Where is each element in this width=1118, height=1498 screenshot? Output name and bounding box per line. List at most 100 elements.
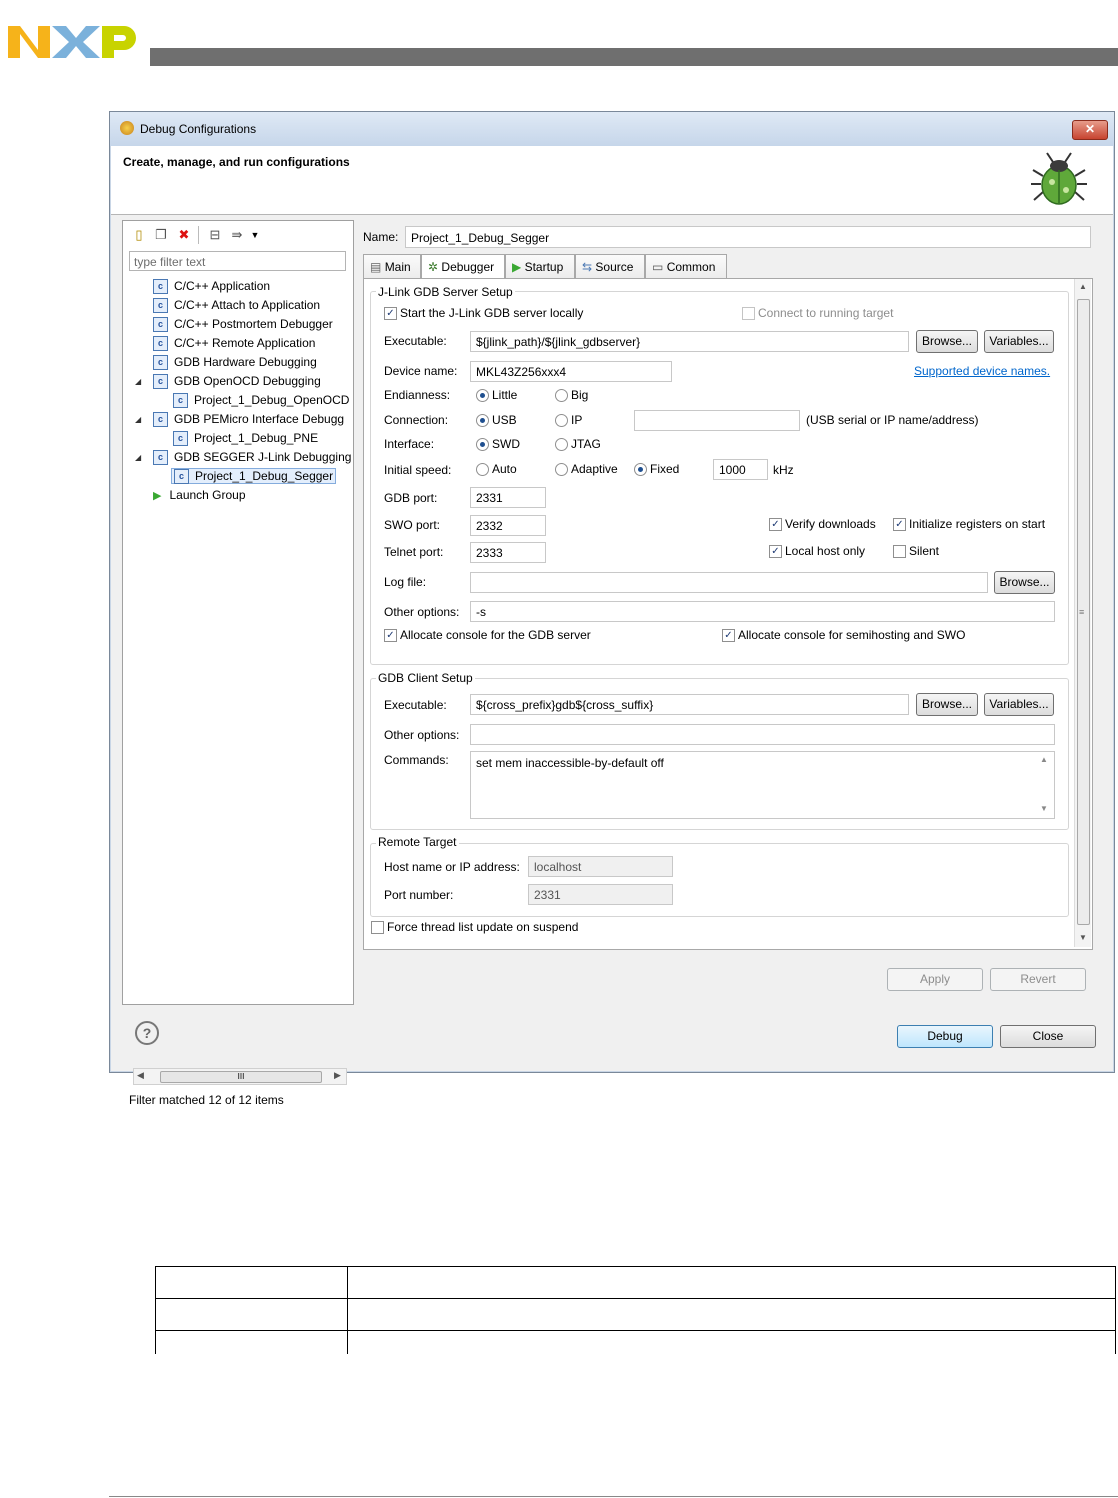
debug-button[interactable]: Debug: [897, 1025, 993, 1048]
alloc-gdb-console-checkbox[interactable]: ✓: [384, 629, 397, 642]
little-label: Little: [492, 388, 518, 402]
scroll-up-icon[interactable]: ▲: [1040, 755, 1048, 764]
little-radio[interactable]: [476, 389, 489, 402]
source-icon: ⇆: [582, 260, 593, 274]
server-other-options-input[interactable]: -s: [470, 601, 1055, 622]
client-browse-button[interactable]: Browse...: [916, 693, 978, 716]
tree-item[interactable]: ◢ c GDB SEGGER J-Link Debugging: [129, 448, 351, 467]
endianness-label: Endianness:: [384, 388, 451, 402]
big-radio[interactable]: [555, 389, 568, 402]
tree-item[interactable]: c C/C++ Attach to Application: [129, 296, 349, 315]
chevron-down-icon[interactable]: ▼: [247, 227, 263, 243]
scroll-right-icon[interactable]: ▶: [334, 1070, 341, 1081]
usb-radio[interactable]: [476, 414, 489, 427]
server-executable-input[interactable]: ${jlink_path}/${jlink_gdbserver}: [470, 331, 909, 352]
horizontal-scrollbar[interactable]: ◀ III ▶: [133, 1068, 347, 1085]
ip-radio[interactable]: [555, 414, 568, 427]
port-number-input[interactable]: 2331: [528, 884, 673, 905]
close-window-button[interactable]: ✕: [1072, 120, 1108, 140]
duplicate-icon[interactable]: ❐: [153, 227, 169, 243]
tree-item[interactable]: ◢ c GDB PEMicro Interface Debugg: [129, 410, 349, 429]
alloc-semihosting-checkbox[interactable]: ✓: [722, 629, 735, 642]
close-button[interactable]: Close: [1000, 1025, 1096, 1048]
client-other-options-input[interactable]: [470, 724, 1055, 745]
swo-port-input[interactable]: 2332: [470, 515, 546, 536]
app-icon: [120, 121, 134, 135]
c-config-icon: c: [153, 298, 168, 314]
play-icon: ▶: [512, 260, 522, 274]
jtag-radio[interactable]: [555, 438, 568, 451]
table-border: [1115, 1266, 1116, 1354]
client-variables-button[interactable]: Variables...: [984, 693, 1054, 716]
device-name-input[interactable]: MKL43Z256xxx4: [470, 361, 672, 382]
connect-running-checkbox[interactable]: [742, 307, 755, 320]
scroll-down-icon[interactable]: ▼: [1079, 933, 1087, 942]
adaptive-radio[interactable]: [555, 463, 568, 476]
c-config-icon: c: [173, 431, 188, 447]
tab-debugger[interactable]: ✲ Debugger: [421, 254, 505, 279]
tree-item[interactable]: c Project_1_Debug_PNE: [129, 429, 349, 448]
commands-textarea[interactable]: set mem inaccessible-by-default off: [470, 751, 1055, 819]
vertical-scrollbar[interactable]: ▲ ≡ ▼: [1074, 279, 1091, 947]
verify-downloads-checkbox[interactable]: ✓: [769, 518, 782, 531]
debug-configurations-dialog: Debug Configurations ✕ Create, manage, a…: [109, 111, 1115, 1107]
collapse-all-icon[interactable]: ⊟: [207, 227, 223, 243]
force-thread-checkbox[interactable]: [371, 921, 384, 934]
tree-item[interactable]: c C/C++ Remote Application: [129, 334, 349, 353]
auto-radio[interactable]: [476, 463, 489, 476]
help-icon[interactable]: ?: [135, 1021, 159, 1045]
tree-item[interactable]: ◢ c GDB OpenOCD Debugging: [129, 372, 349, 391]
scroll-down-icon[interactable]: ▼: [1040, 804, 1048, 813]
tab-common[interactable]: ▭ Common: [645, 254, 727, 278]
revert-button[interactable]: Revert: [990, 968, 1086, 991]
tree-item[interactable]: c C/C++ Application: [129, 277, 349, 296]
start-locally-checkbox[interactable]: ✓: [384, 307, 397, 320]
server-browse-button[interactable]: Browse...: [916, 330, 978, 353]
init-registers-checkbox[interactable]: ✓: [893, 518, 906, 531]
tree-item[interactable]: c Project_1_Debug_OpenOCD: [129, 391, 349, 410]
tab-main[interactable]: ▤ Main: [363, 254, 421, 278]
start-locally-label: Start the J-Link GDB server locally: [400, 306, 584, 320]
local-host-checkbox[interactable]: ✓: [769, 545, 782, 558]
supported-devices-link[interactable]: Supported device names.: [914, 364, 1050, 378]
filter-status: Filter matched 12 of 12 items: [129, 1093, 284, 1107]
jlink-group-label: J-Link GDB Server Setup: [376, 285, 515, 299]
scroll-up-icon[interactable]: ▲: [1079, 282, 1087, 291]
tree-item[interactable]: c GDB Hardware Debugging: [129, 353, 349, 372]
client-executable-input[interactable]: ${cross_prefix}gdb${cross_suffix}: [470, 694, 909, 715]
filter-icon[interactable]: ⇛: [229, 227, 245, 243]
swd-radio[interactable]: [476, 438, 489, 451]
grip-icon: ≡: [1079, 607, 1085, 617]
gdb-port-input[interactable]: 2331: [470, 487, 546, 508]
tree-item[interactable]: c C/C++ Postmortem Debugger: [129, 315, 349, 334]
alloc-gdb-console-label: Allocate console for the GDB server: [400, 628, 591, 642]
bug-icon: [1031, 152, 1087, 205]
device-name-label: Device name:: [384, 364, 458, 378]
delete-icon[interactable]: ✖: [176, 227, 192, 243]
expand-arrow-icon[interactable]: ◢: [135, 448, 145, 467]
tab-source[interactable]: ⇆ Source: [575, 254, 645, 278]
new-configuration-icon[interactable]: ▯: [131, 227, 147, 243]
apply-button[interactable]: Apply: [887, 968, 983, 991]
name-input[interactable]: Project_1_Debug_Segger: [405, 226, 1091, 248]
filter-input[interactable]: type filter text: [129, 251, 346, 271]
host-input[interactable]: localhost: [528, 856, 673, 877]
silent-checkbox[interactable]: [893, 545, 906, 558]
log-browse-button[interactable]: Browse...: [994, 571, 1055, 594]
server-variables-button[interactable]: Variables...: [984, 330, 1054, 353]
scroll-thumb[interactable]: III: [160, 1071, 322, 1083]
log-file-input[interactable]: [470, 572, 988, 593]
tree-item-selected[interactable]: c Project_1_Debug_Segger: [129, 467, 349, 486]
gdb-client-group-label: GDB Client Setup: [376, 671, 475, 685]
speed-input[interactable]: 1000: [713, 459, 768, 480]
expand-arrow-icon[interactable]: ◢: [135, 410, 145, 429]
expand-arrow-icon[interactable]: ◢: [135, 372, 145, 391]
tab-startup[interactable]: ▶ Startup: [505, 254, 575, 278]
connect-running-label: Connect to running target: [758, 306, 894, 320]
telnet-port-input[interactable]: 2333: [470, 542, 546, 563]
fixed-radio[interactable]: [634, 463, 647, 476]
c-config-icon: c: [153, 317, 168, 333]
usb-ip-input[interactable]: [634, 410, 800, 431]
scroll-left-icon[interactable]: ◀: [137, 1070, 144, 1081]
tree-item[interactable]: ▶ Launch Group: [129, 486, 349, 505]
